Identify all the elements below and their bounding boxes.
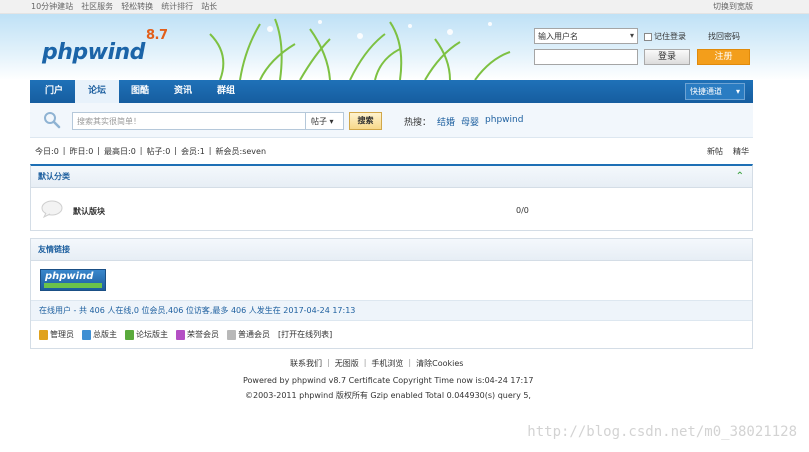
footer-no-image-link[interactable]: 无图版 (335, 358, 359, 369)
grass-banner-image (209, 18, 511, 80)
phpwind-link-logo[interactable]: phpwind (40, 269, 106, 291)
search-type-select[interactable]: 帖子 ▾ (306, 112, 344, 130)
top-link-webmaster[interactable]: 站长 (201, 1, 217, 12)
hot-term-baby[interactable]: 母婴 (461, 115, 479, 128)
forum-count: 0/0 (516, 206, 529, 215)
quick-access-button[interactable]: 快捷通道 ▾ (685, 83, 745, 100)
friend-links-panel: 友情链接 phpwind 在线用户 - 共 406 人在线,0 位会员,406 … (30, 238, 753, 349)
hot-search-label: 热搜： (404, 118, 432, 128)
register-button[interactable]: 注册 (697, 49, 750, 65)
remember-login[interactable]: 记住登录 (644, 31, 686, 42)
phpwind-logo[interactable]: phpwind 8.7 (42, 28, 168, 65)
find-password-link[interactable]: 找回密码 (708, 31, 740, 42)
logo-text: phpwind (42, 40, 145, 65)
category-panel: 默认分类 ⌃ 默认版块 0/0 (30, 164, 753, 231)
search-icon (44, 112, 61, 129)
username-value: 输入用户名 (538, 32, 578, 41)
category-title[interactable]: 默认分类 (38, 172, 70, 181)
hot-term-phpwind[interactable]: phpwind (485, 115, 523, 128)
stat-max-day: 最高日:0 (104, 147, 136, 156)
digest-link[interactable]: 精华 (733, 146, 749, 157)
hot-term-marriage[interactable]: 结婚 (437, 115, 455, 128)
username-select[interactable]: 输入用户名 ▾ (534, 28, 638, 44)
stat-yesterday: 昨日:0 (69, 147, 94, 156)
moderator-icon (125, 329, 134, 340)
honor-member-icon (176, 329, 185, 340)
tab-portal[interactable]: 门户 (38, 80, 70, 103)
friend-links-title: 友情链接 (38, 245, 70, 254)
legend-admin: 管理员 (39, 329, 74, 340)
top-link-build-site[interactable]: 10分钟建站 (31, 1, 73, 12)
search-button[interactable]: 搜索 (349, 112, 382, 130)
top-link-easy-convert[interactable]: 轻松转换 (121, 1, 153, 12)
legend-mod: 论坛版主 (125, 329, 168, 340)
chevron-down-icon: ▾ (735, 87, 740, 96)
footer-clear-cookies-link[interactable]: 清除Cookies (416, 358, 463, 369)
stats-right-links: 新帖 精华 (707, 146, 749, 157)
footer-copyright: ©2003-2011 phpwind 版权所有 Gzip enabled Tot… (245, 391, 531, 400)
friend-links-header: 友情链接 (31, 239, 752, 261)
top-link-community-service[interactable]: 社区服务 (81, 1, 113, 12)
remember-checkbox[interactable] (644, 32, 652, 41)
legend-member: 普通会员 (227, 329, 270, 340)
top-link-stats-ranking[interactable]: 统计排行 (161, 1, 193, 12)
category-header: 默认分类 ⌃ (31, 166, 752, 188)
top-bar: 10分钟建站 社区服务 轻松转换 统计排行 站长 切换到宽版 (0, 0, 809, 14)
online-users-text: 在线用户 - 共 406 人在线,0 位会员,406 位访客,最多 406 人发… (31, 300, 752, 321)
password-input[interactable] (534, 49, 638, 65)
user-legend: 管理员 总版主 论坛版主 荣誉会员 普通会员 [打开在线列表] (39, 329, 332, 340)
forum-name-link[interactable]: 默认版块 (73, 206, 105, 217)
tab-news[interactable]: 资讯 (167, 80, 199, 103)
footer-mobile-link[interactable]: 手机浏览 (371, 358, 403, 369)
new-posts-link[interactable]: 新帖 (707, 146, 723, 157)
search-input[interactable]: 搜索其实很简单！ (72, 112, 306, 130)
member-icon (227, 329, 236, 340)
search-bar: 搜索其实很简单！ 帖子 ▾ 搜索 热搜： 结婚 母婴 phpwind (30, 103, 753, 138)
footer-links: 联系我们 | 无图版 | 手机浏览 | 清除Cookies (290, 358, 464, 369)
logo-version: 8.7 (146, 28, 168, 43)
forum-stats: 今日:0 | 昨日:0 | 最高日:0 | 帖子:0 | 会员:1 | 新会员:seven (35, 146, 267, 157)
chevron-down-icon: ▾ (629, 31, 634, 40)
stat-posts: 帖子:0 (146, 147, 171, 156)
switch-wide-link[interactable]: 切换到宽版 (713, 1, 753, 12)
tab-forum[interactable]: 论坛 (75, 80, 119, 103)
super-moderator-icon (82, 329, 91, 340)
footer-powered-by: Powered by phpwind v8.7 Certificate Copy… (243, 376, 534, 385)
main-nav: 门户 论坛 图酷 资讯 群组 快捷通道 ▾ (30, 80, 753, 103)
open-online-list-link[interactable]: [打开在线列表] (278, 329, 332, 340)
login-box: 输入用户名 ▾ 记住登录 找回密码 登录 注册 (534, 28, 754, 80)
login-button[interactable]: 登录 (644, 49, 690, 65)
stat-new-member[interactable]: 新会员:seven (216, 146, 267, 157)
quick-access-label: 快捷通道 (690, 87, 722, 96)
link-logo-bar (44, 283, 102, 288)
tab-gallery[interactable]: 图酷 (124, 80, 156, 103)
stat-members: 会员:1 (181, 147, 205, 156)
watermark: http://blog.csdn.net/m0_38021128 (527, 424, 797, 440)
remember-label: 记住登录 (654, 32, 686, 41)
stat-today: 今日:0 (35, 147, 59, 156)
tab-groups[interactable]: 群组 (210, 80, 242, 103)
footer-contact-link[interactable]: 联系我们 (290, 358, 322, 369)
legend-honor: 荣誉会员 (176, 329, 219, 340)
hot-search: 热搜： 结婚 母婴 phpwind (404, 115, 523, 128)
link-logo-text: phpwind (45, 271, 94, 282)
collapse-icon[interactable]: ⌃ (736, 166, 744, 188)
top-links: 10分钟建站 社区服务 轻松转换 统计排行 站长 (31, 1, 217, 12)
forum-bubble-icon (41, 200, 63, 218)
header: phpwind 8.7 输入用户名 ▾ 记住登录 找回密码 登录 注册 (0, 14, 809, 80)
legend-super-mod: 总版主 (82, 329, 117, 340)
admin-icon (39, 329, 48, 340)
search-type-value: 帖子 (311, 117, 327, 126)
